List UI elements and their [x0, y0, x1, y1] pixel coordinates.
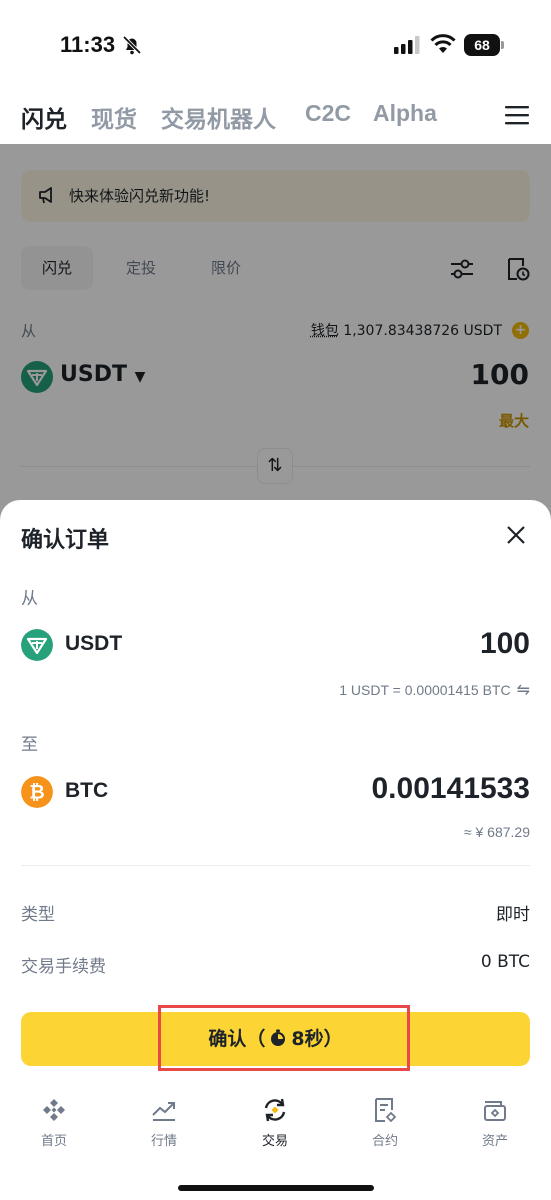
rate-swap-icon[interactable]: ⇋ — [517, 682, 530, 699]
highlight-annotation-box — [158, 1005, 410, 1071]
exchange-rate-value: 1 USDT = 0.00001415 BTC — [339, 682, 511, 698]
close-icon[interactable] — [506, 525, 526, 545]
nav-label: 合约 — [371, 1134, 398, 1149]
battery-icon: 68 — [464, 34, 504, 56]
status-time: 11:33 — [60, 32, 116, 57]
cellular-signal-icon — [394, 36, 420, 54]
svg-text:₿: ₿ — [29, 783, 44, 804]
nav-markets[interactable]: 行情 — [129, 1096, 199, 1156]
from-section-label: 从 — [21, 589, 38, 609]
markets-icon — [152, 1102, 175, 1121]
nav-futures[interactable]: 合约 — [350, 1096, 420, 1156]
wallet-icon — [484, 1101, 506, 1121]
exchange-rate: 1 USDT = 0.00001415 BTC ⇋ — [339, 680, 530, 700]
battery-level: 68 — [464, 34, 500, 56]
home-indicator — [178, 1185, 374, 1191]
type-value: 即时 — [496, 905, 530, 925]
top-nav: 闪兑 现货 交易机器人 C2C Alpha — [0, 90, 551, 144]
home-icon — [43, 1099, 65, 1121]
fee-label: 交易手续费 — [21, 957, 106, 977]
tab-spot[interactable]: 现货 — [91, 100, 137, 134]
btc-coin-icon: ₿ — [21, 776, 53, 808]
from-coin-name: USDT — [65, 632, 123, 655]
fiat-value: ≈ ¥ 687.29 — [463, 824, 530, 840]
tab-convert[interactable]: 闪兑 — [21, 100, 67, 134]
sheet-title: 确认订单 — [21, 528, 110, 553]
nav-home[interactable]: 首页 — [19, 1096, 89, 1156]
status-bar: 11:33 68 — [0, 0, 551, 90]
from-amount: 100 — [479, 627, 530, 660]
nav-trade[interactable]: 交易 — [240, 1096, 310, 1156]
nav-label: 资产 — [481, 1134, 508, 1149]
confirm-order-sheet: 确认订单 从 USDT 100 1 USDT = 0.00001415 BTC ⇋… — [0, 500, 551, 1200]
bell-muted-icon — [122, 35, 142, 55]
nav-label: 行情 — [150, 1134, 177, 1149]
tab-alpha[interactable]: Alpha — [373, 100, 437, 127]
nav-label: 交易 — [261, 1134, 288, 1149]
wifi-icon — [430, 34, 456, 53]
menu-icon[interactable] — [505, 104, 529, 126]
trade-icon — [264, 1098, 286, 1122]
divider — [21, 865, 530, 866]
futures-icon — [375, 1098, 397, 1123]
tab-trading-bots[interactable]: 交易机器人 — [161, 100, 276, 134]
type-label: 类型 — [21, 905, 55, 925]
fee-value: 0 BTC — [480, 952, 530, 972]
tab-c2c[interactable]: C2C — [305, 100, 351, 127]
nav-assets[interactable]: 资产 — [460, 1096, 530, 1156]
to-coin-name: BTC — [65, 779, 109, 802]
nav-label: 首页 — [40, 1134, 67, 1149]
bottom-nav: 首页 行情 交易 合约 资产 — [0, 1096, 551, 1166]
to-amount: 0.00141533 — [371, 772, 531, 805]
usdt-coin-icon — [21, 629, 53, 661]
to-section-label: 至 — [21, 735, 38, 755]
